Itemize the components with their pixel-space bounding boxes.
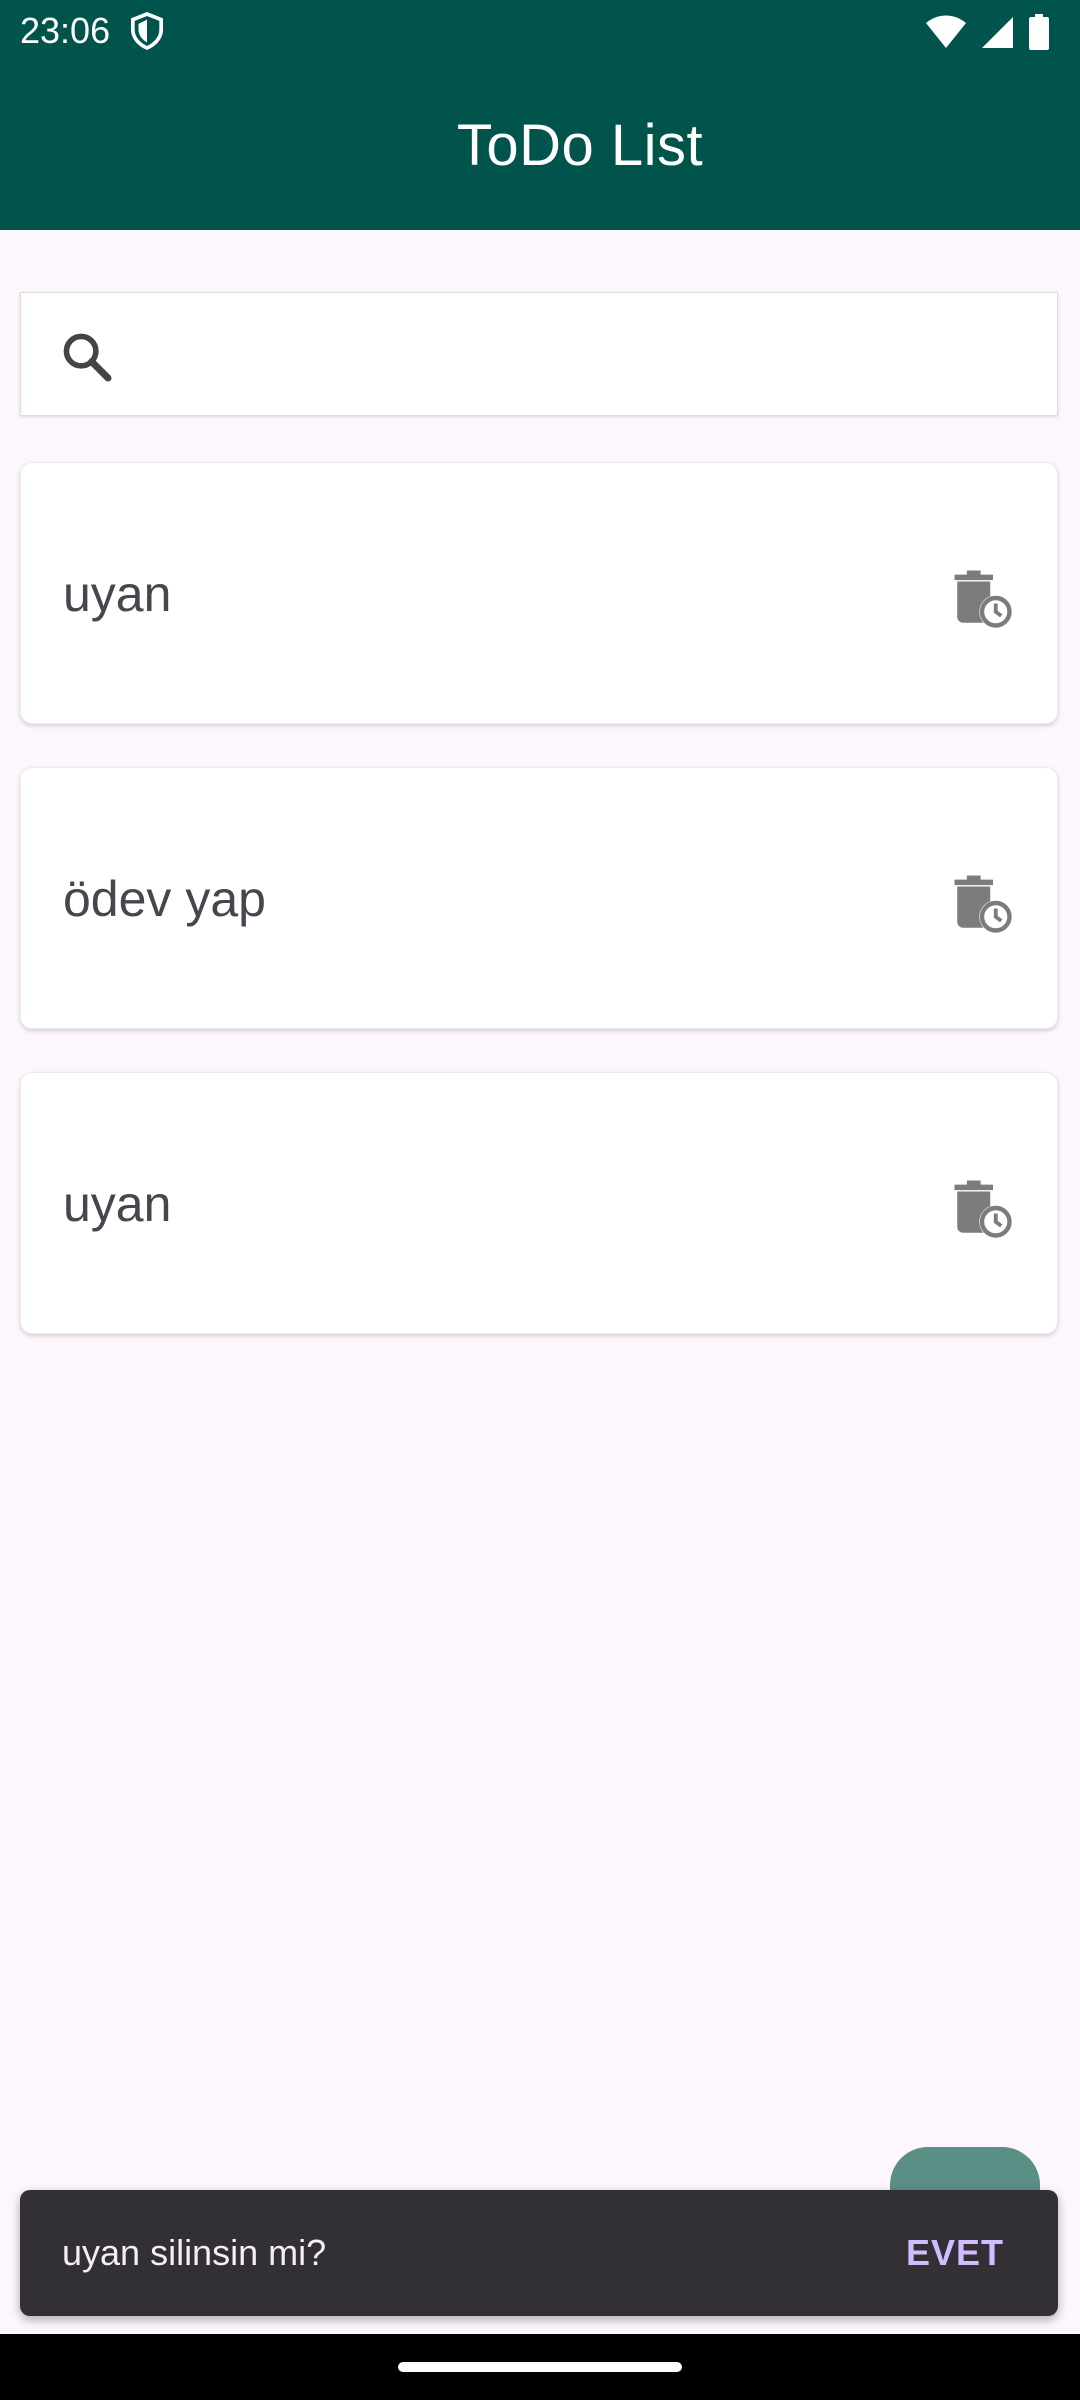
search-icon — [63, 333, 112, 382]
top-app-bar: 23:06 ToDo List — [0, 0, 1080, 230]
snackbar-message: uyan silinsin mi? — [62, 2232, 327, 2273]
signal-icon — [982, 17, 1013, 48]
status-icons — [926, 12, 1050, 52]
battery-icon — [1029, 14, 1049, 50]
page-title: ToDo List — [456, 113, 704, 178]
delete-clock-icon[interactable] — [949, 565, 1015, 631]
todo-card[interactable]: ödev yap — [20, 767, 1058, 1029]
todo-title: ödev yap — [63, 871, 266, 927]
snackbar-confirm-button[interactable]: EVET — [906, 2190, 1004, 2316]
home-gesture-handle[interactable] — [398, 2362, 682, 2372]
system-nav-bar — [0, 2334, 1080, 2400]
status-time: 23:06 — [20, 10, 111, 51]
delete-clock-icon[interactable] — [949, 1175, 1015, 1241]
snackbar: uyan silinsin mi? EVET — [20, 2190, 1058, 2316]
search-input[interactable] — [141, 313, 1025, 399]
search-bar[interactable] — [20, 292, 1058, 416]
delete-clock-icon[interactable] — [949, 870, 1015, 936]
todo-title: uyan — [63, 1176, 172, 1232]
todo-title: uyan — [63, 566, 172, 622]
todo-card[interactable]: uyan — [20, 462, 1058, 724]
todo-card[interactable]: uyan — [20, 1072, 1058, 1334]
wifi-icon — [926, 15, 966, 48]
shield-icon — [130, 12, 164, 50]
